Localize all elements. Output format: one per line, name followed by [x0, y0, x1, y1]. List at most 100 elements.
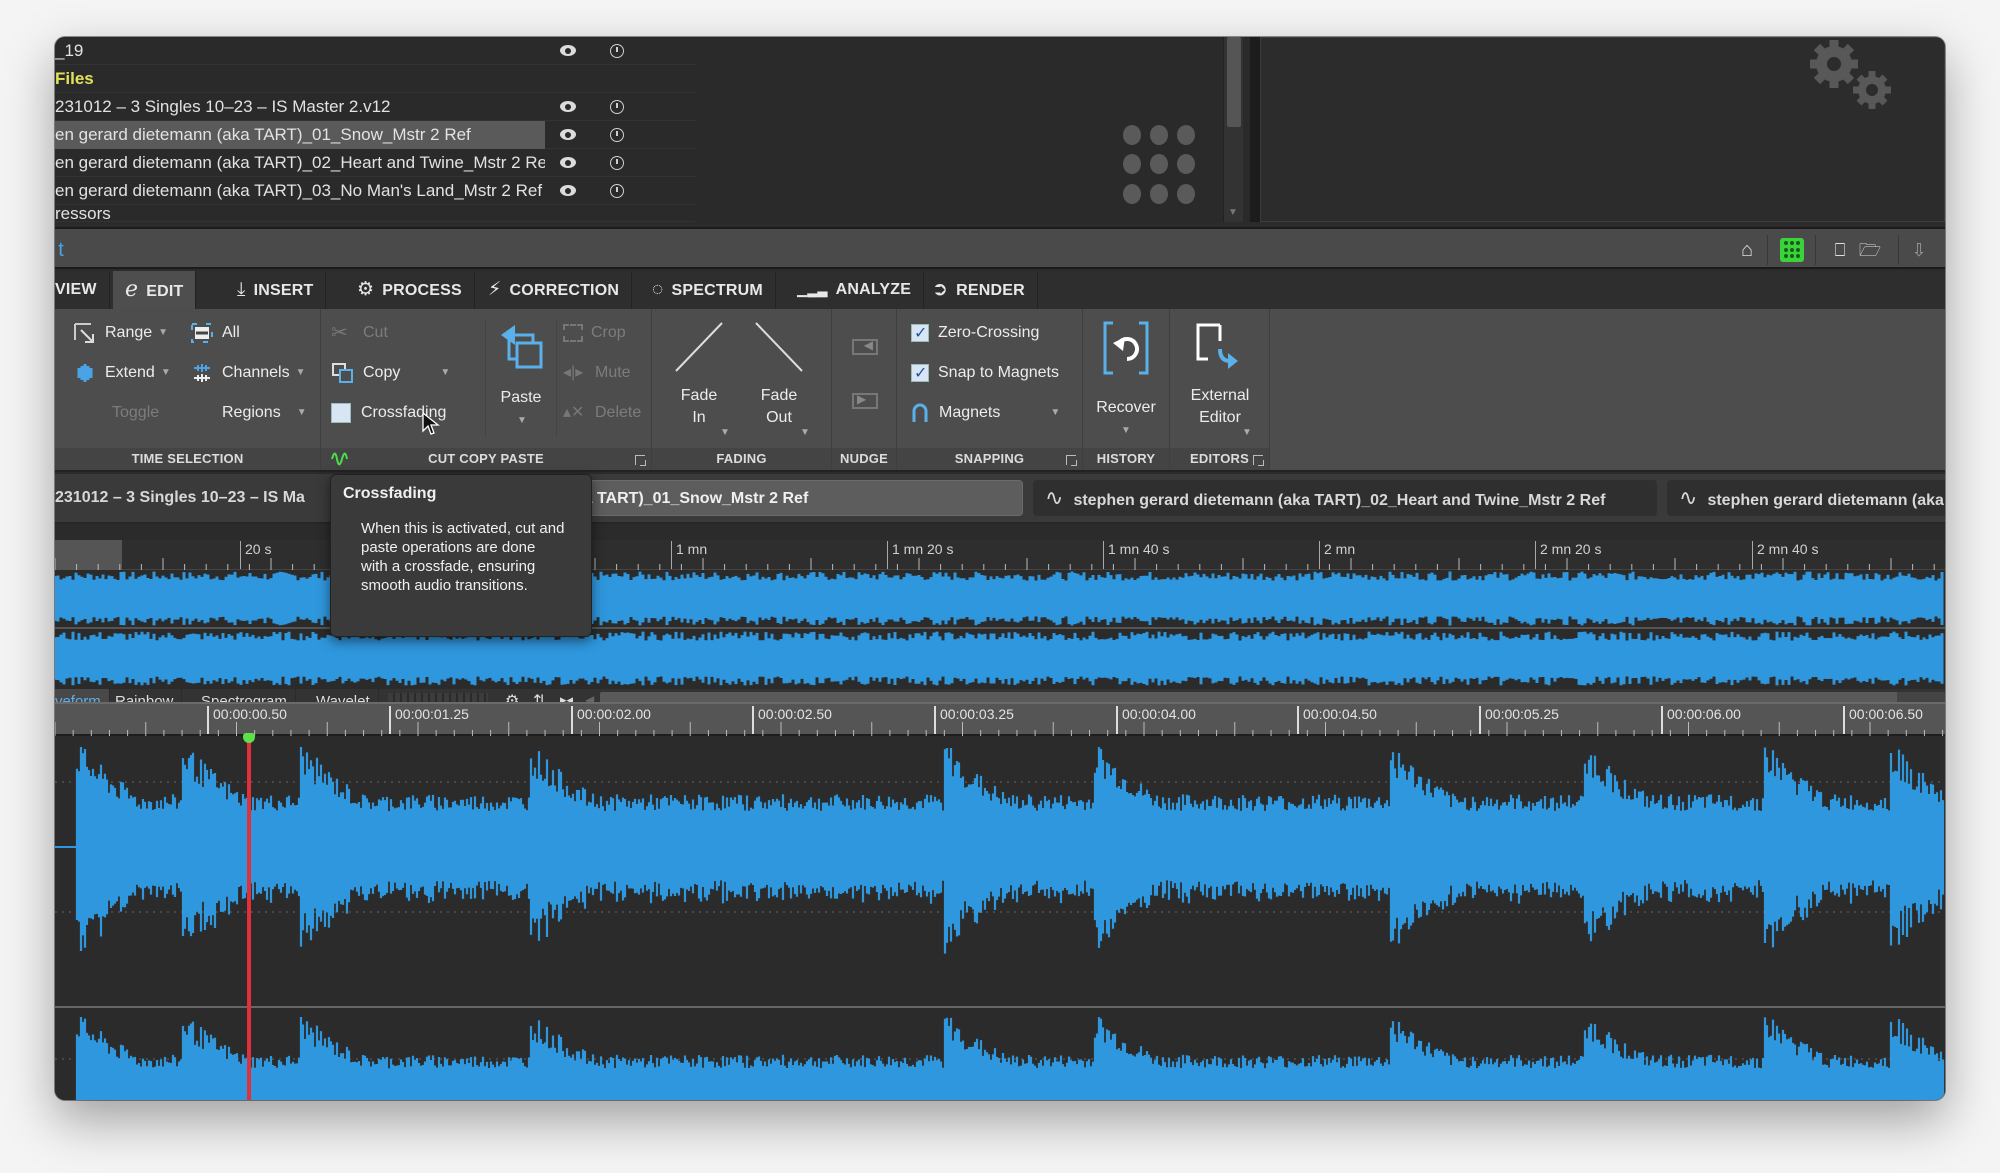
waveform-sine-icon: [331, 452, 348, 466]
zero-crossing-check-icon[interactable]: [911, 322, 929, 346]
main-waveform[interactable]: [55, 737, 1945, 1100]
file-tab[interactable]: ∿ stephen gerard dietemann (aka TART)_02_…: [1033, 480, 1657, 516]
select-all-button[interactable]: All: [190, 321, 240, 345]
chevron-down-icon: ▼: [295, 367, 306, 378]
ruler-label: 00:00:06.50: [1843, 706, 1923, 734]
file-row[interactable]: ressors: [55, 205, 695, 222]
process-icon: ⚙: [357, 279, 375, 300]
eye-icon[interactable]: [560, 45, 576, 56]
tab-render[interactable]: ➲ RENDER: [920, 271, 1038, 309]
spectrum-icon: ◌: [652, 279, 664, 300]
tab-label: ANALYZE: [835, 281, 912, 298]
tab-process[interactable]: ⚙ PROCESS: [345, 271, 475, 309]
clock-icon[interactable]: [610, 100, 624, 114]
tab-label: EDIT: [146, 283, 184, 300]
group-label-fading: FADING: [652, 448, 831, 470]
playhead-cursor[interactable]: [247, 738, 251, 1100]
analyze-icon: ▁▂▃: [797, 282, 828, 297]
clock-icon[interactable]: [610, 156, 624, 170]
paste-label: Paste: [500, 389, 542, 406]
mute-icon: ◂|▸: [563, 363, 584, 381]
home-icon[interactable]: ⌂: [1735, 238, 1759, 262]
eye-icon[interactable]: [560, 101, 576, 112]
snap-to-magnets-checkbox[interactable]: Snap to Magnets: [911, 361, 1059, 386]
tab-edit[interactable]: e EDIT: [113, 271, 197, 309]
open-folder-icon[interactable]: 🗁: [1858, 238, 1882, 262]
regions-button[interactable]: Regions ▼: [222, 401, 307, 425]
edit-icon: e: [125, 277, 139, 302]
fade-in-button[interactable]: Fade In ▼: [664, 317, 734, 445]
ruler-label: 1 mn 40 s: [1103, 541, 1169, 569]
eye-icon[interactable]: [560, 129, 576, 140]
external-editor-button[interactable]: External Editor ▼: [1180, 317, 1260, 443]
eye-icon[interactable]: [560, 185, 576, 196]
mouse-pointer-icon: [422, 412, 440, 435]
file-row[interactable]: en gerard dietemann (aka TART)_02_Heart …: [55, 149, 695, 177]
dialog-launcher-icon[interactable]: [1253, 455, 1264, 466]
file-row[interactable]: 231012 – 3 Singles 10–23 – IS Master 2.v…: [55, 93, 695, 121]
file-row[interactable]: _19: [55, 37, 695, 65]
channels-label: Channels: [222, 364, 290, 382]
dialog-launcher-icon[interactable]: [635, 455, 646, 466]
file-row-label: en gerard dietemann (aka TART)_01_Snow_M…: [55, 121, 545, 149]
dialog-launcher-icon[interactable]: [1066, 455, 1077, 466]
files-header[interactable]: Files: [55, 65, 695, 93]
insert-icon: ⤓: [237, 279, 246, 300]
magnets-label: Magnets: [939, 404, 1001, 422]
extend-button[interactable]: Extend ▼: [73, 361, 171, 385]
app-window: _19 Files 231012 – 3 Singles 10–23 – IS …: [55, 37, 1945, 1100]
crossfading-check-icon[interactable]: [331, 402, 351, 423]
tab-analyze[interactable]: ▁▂▃ ANALYZE: [785, 271, 925, 309]
gears-icon[interactable]: [1794, 38, 1904, 118]
chevron-down-icon[interactable]: ▼: [440, 361, 450, 385]
file-row[interactable]: en gerard dietemann (aka TART)_03_No Man…: [55, 177, 695, 205]
copy-button[interactable]: Copy ▼: [331, 361, 450, 385]
nudge-right-button[interactable]: ▶: [852, 392, 878, 409]
fade-out-button[interactable]: Fade Out ▼: [744, 317, 814, 445]
chevron-down-icon: ▼: [158, 327, 169, 338]
scroll-down-arrow-icon[interactable]: ▼: [1228, 207, 1238, 218]
snap-to-magnets-check-icon[interactable]: [911, 362, 929, 386]
tab-correction[interactable]: ⚡ CORRECTION: [476, 271, 633, 309]
magnets-button[interactable]: Magnets ▼: [911, 401, 1060, 425]
recover-button[interactable]: Recover ▼: [1091, 317, 1161, 443]
all-label: All: [222, 324, 240, 341]
mute-button[interactable]: ◂|▸ Mute: [563, 361, 631, 385]
pane-divider[interactable]: [1250, 37, 1260, 222]
range-button[interactable]: Range ▼: [73, 321, 168, 345]
scrollbar-thumb[interactable]: [1227, 37, 1241, 127]
tab-insert[interactable]: ⤓ INSERT: [225, 271, 327, 309]
channels-button[interactable]: Channels ▼: [190, 361, 306, 385]
scissors-icon: ✂: [331, 321, 348, 344]
vertical-scrollbar[interactable]: ▼: [1223, 37, 1243, 222]
save-icon[interactable]: ⇩: [1907, 238, 1931, 262]
clock-icon[interactable]: [610, 44, 624, 58]
render-icon: ➲: [932, 279, 949, 300]
cut-button[interactable]: ✂ Cut: [331, 321, 388, 345]
tab-spectrum[interactable]: ◌ SPECTRUM: [640, 271, 776, 309]
file-tab[interactable]: ∿ stephen gerard dietemann (aka TART)_03_…: [1667, 480, 1945, 516]
tooltip-body: When this is activated, cut and paste op…: [361, 520, 565, 594]
tab-label: VIEW: [55, 281, 97, 298]
clock-icon[interactable]: [610, 184, 624, 198]
crop-button[interactable]: Crop: [563, 321, 626, 345]
grid-icon[interactable]: [1780, 238, 1804, 262]
ruler-label: 00:00:02.50: [752, 706, 832, 734]
clock-icon[interactable]: [610, 128, 624, 142]
fade-in-label-1: Fade: [680, 387, 718, 404]
tab-view[interactable]: VIEW: [55, 271, 110, 309]
nudge-left-button[interactable]: ◀: [852, 338, 878, 355]
new-file-icon[interactable]: ⎕: [1828, 238, 1852, 262]
file-row-selected[interactable]: en gerard dietemann (aka TART)_01_Snow_M…: [55, 121, 695, 149]
paste-button[interactable]: Paste ▼: [491, 319, 551, 449]
toggle-button[interactable]: Toggle: [112, 401, 159, 425]
main-waveform-svg: [55, 747, 1945, 1100]
zero-crossing-checkbox[interactable]: Zero-Crossing: [911, 321, 1040, 346]
delete-button[interactable]: ▴✕ Delete: [563, 401, 641, 425]
channel-left-wave: [75, 747, 1945, 954]
main-time-ruler[interactable]: 00:00:00.50 00:00:01.25 00:00:02.00 00:0…: [55, 702, 1945, 736]
file-tab[interactable]: 231012 – 3 Singles 10–23 – IS Ma: [55, 480, 343, 516]
zero-crossing-label: Zero-Crossing: [938, 324, 1040, 341]
eye-icon[interactable]: [560, 157, 576, 168]
drag-handle-icon[interactable]: [1123, 125, 1203, 205]
